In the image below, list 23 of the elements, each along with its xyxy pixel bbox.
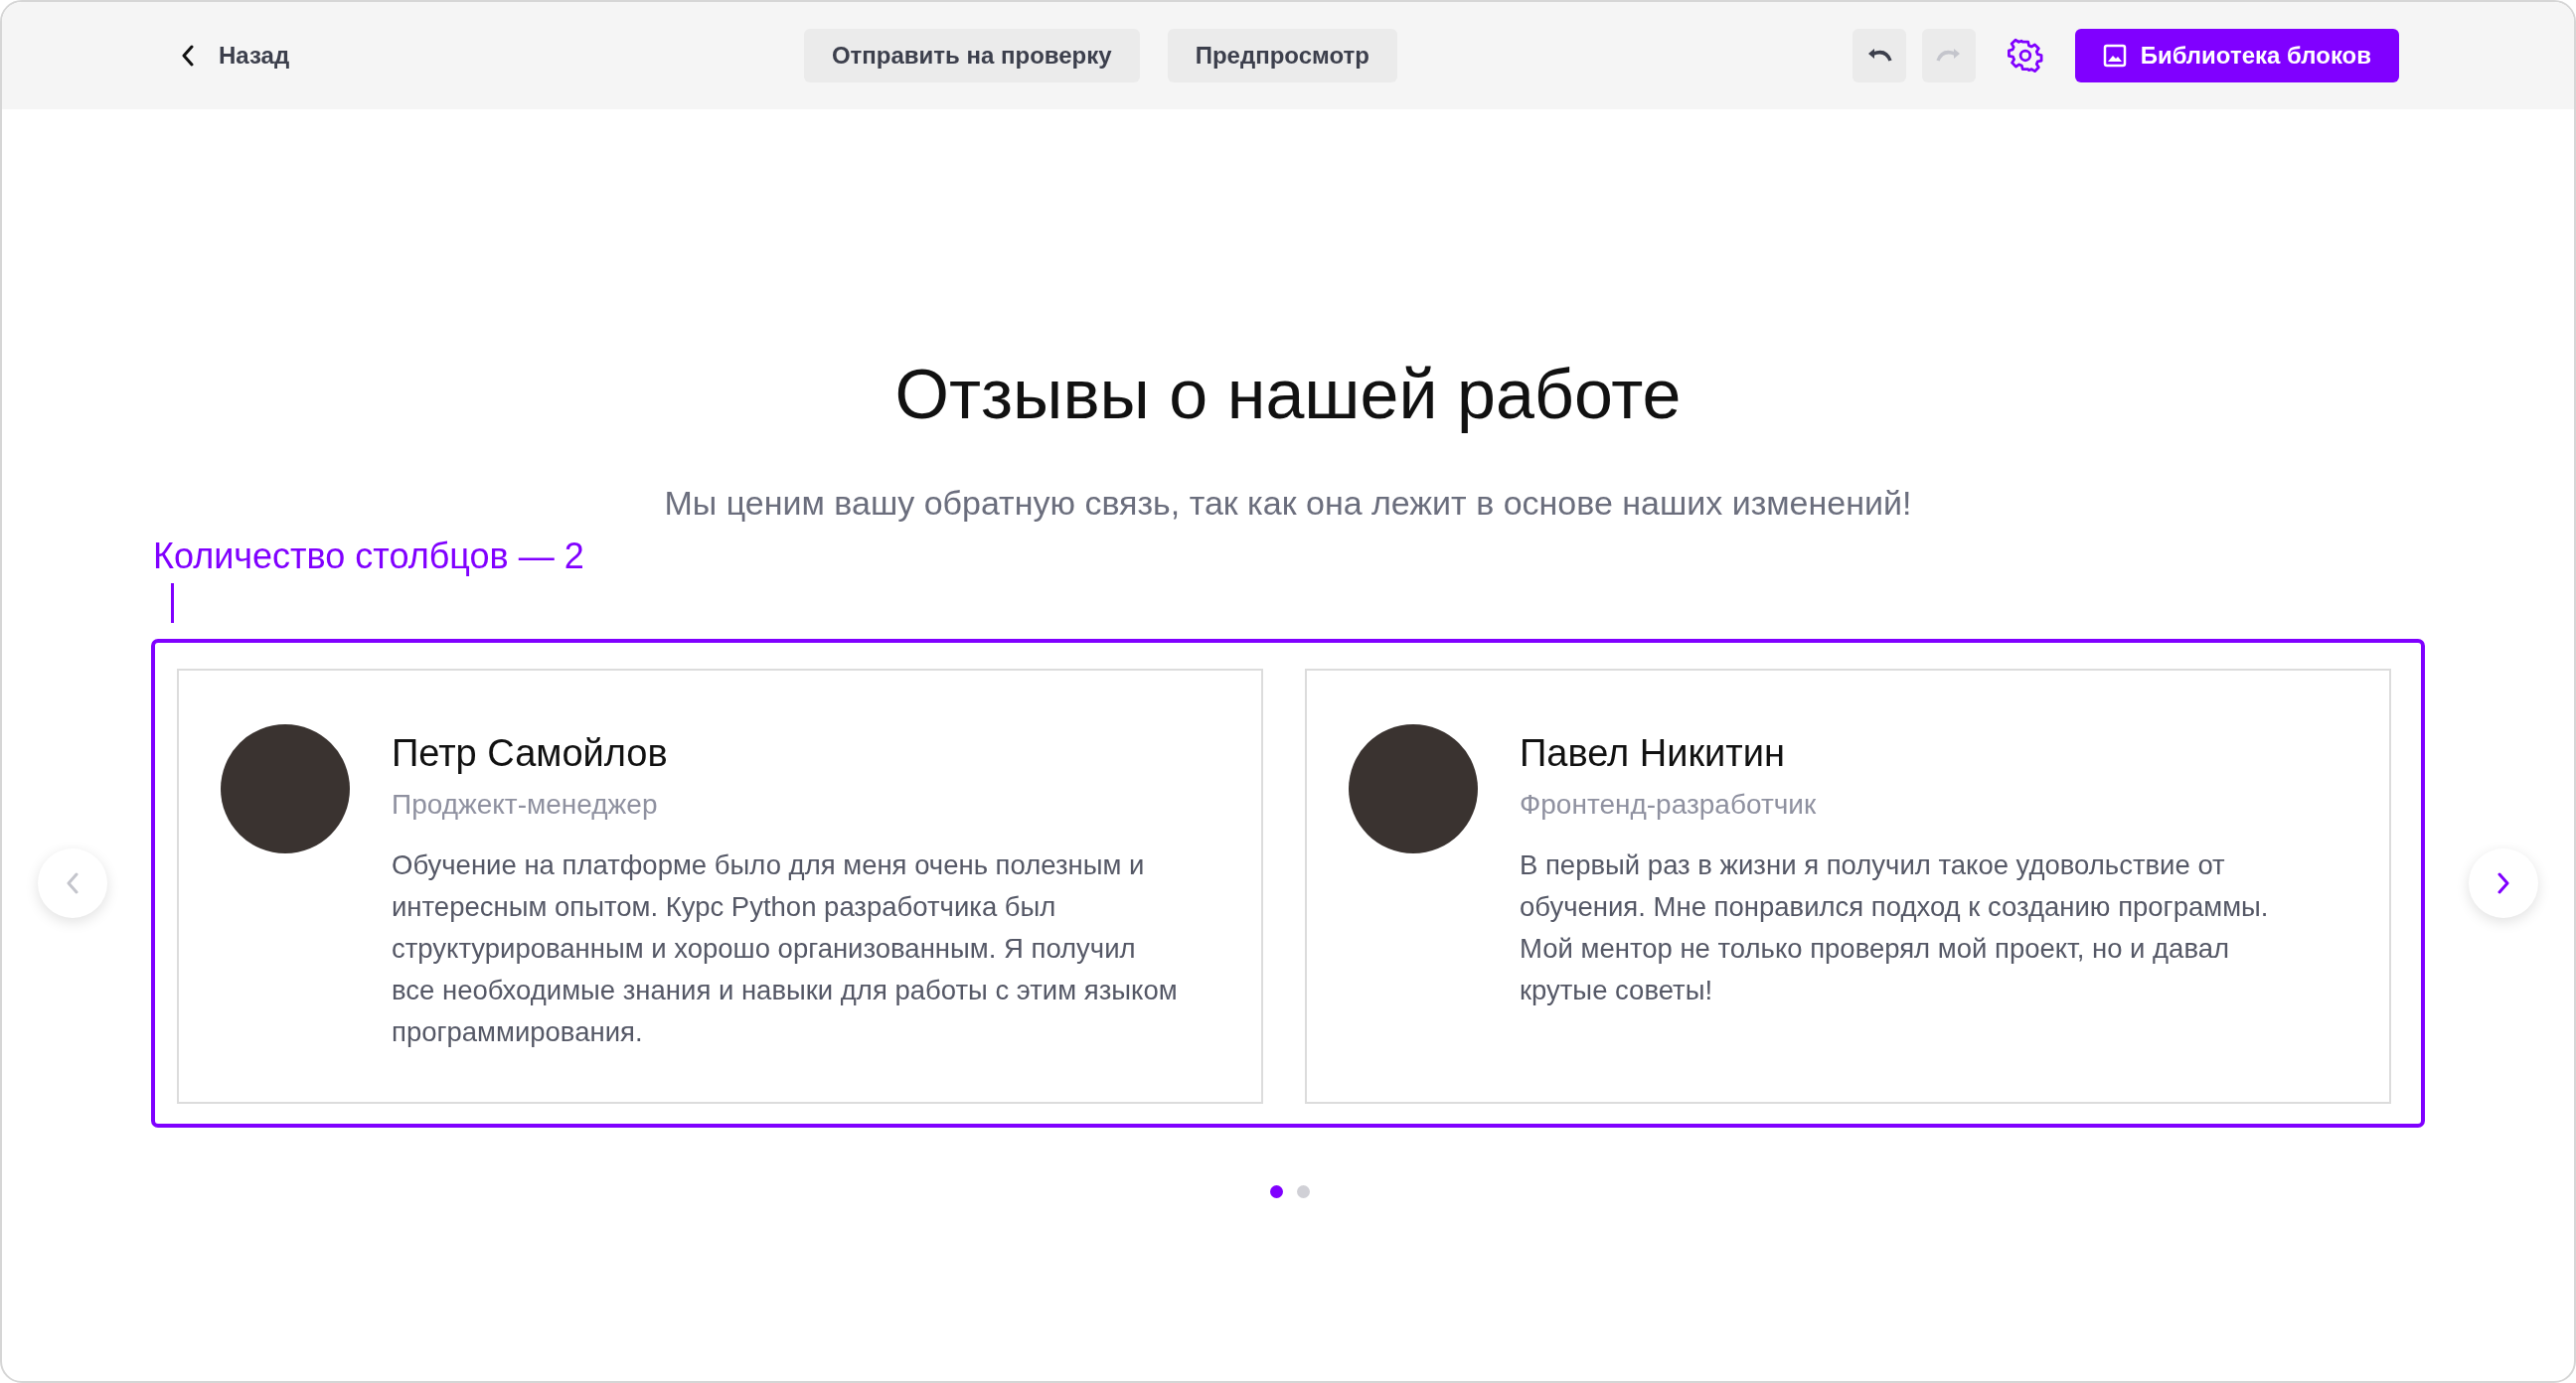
- pagination-dot[interactable]: [1297, 1185, 1310, 1199]
- reviewer-name: Павел Никитин: [1520, 732, 1786, 776]
- reviewer-role: Проджект-менеджер: [392, 789, 659, 822]
- toolbar-button[interactable]: Отправить на проверку: [803, 29, 1140, 82]
- review-text: Обучение на платформе было для меня очень полезным и интересным опытом. Курс Python разработчика был структурированным и хорошо организованным. Я получил все необходимые знания и навыки для работы с этим языком программирования.: [392, 848, 1179, 1050]
- pagination-dot[interactable]: [1270, 1185, 1283, 1199]
- chevron-left-icon: [66, 872, 80, 895]
- toolbar-button[interactable]: Предпросмотр: [1167, 29, 1397, 82]
- chevron-left-icon: [181, 45, 195, 67]
- reviewer-name: Петр Самойлов: [392, 732, 669, 776]
- image-icon: [2102, 44, 2127, 68]
- redo-arrow-icon: [1935, 48, 1962, 64]
- reviewer-role: Фронтенд-разработчик: [1520, 789, 1818, 822]
- undo-button[interactable]: [1852, 29, 1906, 82]
- back-button[interactable]: Назад: [181, 42, 290, 70]
- annotation-label: Количество столбцов — 2: [153, 535, 585, 578]
- annotation-tick: [171, 583, 174, 624]
- section-title: Отзывы о нашей работе: [894, 355, 1682, 435]
- settings-icon[interactable]: [2007, 38, 2043, 74]
- block-library-button[interactable]: Библиотека блоков: [2074, 29, 2399, 82]
- chevron-right-icon: [2496, 872, 2510, 895]
- review-text: В первый раз в жизни я получил такое удовольствие от обучения. Мне понравился подход к созданию программы. Мой ментор не только проверял мой проект, но и давал крутые советы!: [1520, 848, 2270, 1008]
- section-subtitle: Мы ценим вашу обратную связь, так как она лежит в основе наших изменений!: [664, 484, 1912, 523]
